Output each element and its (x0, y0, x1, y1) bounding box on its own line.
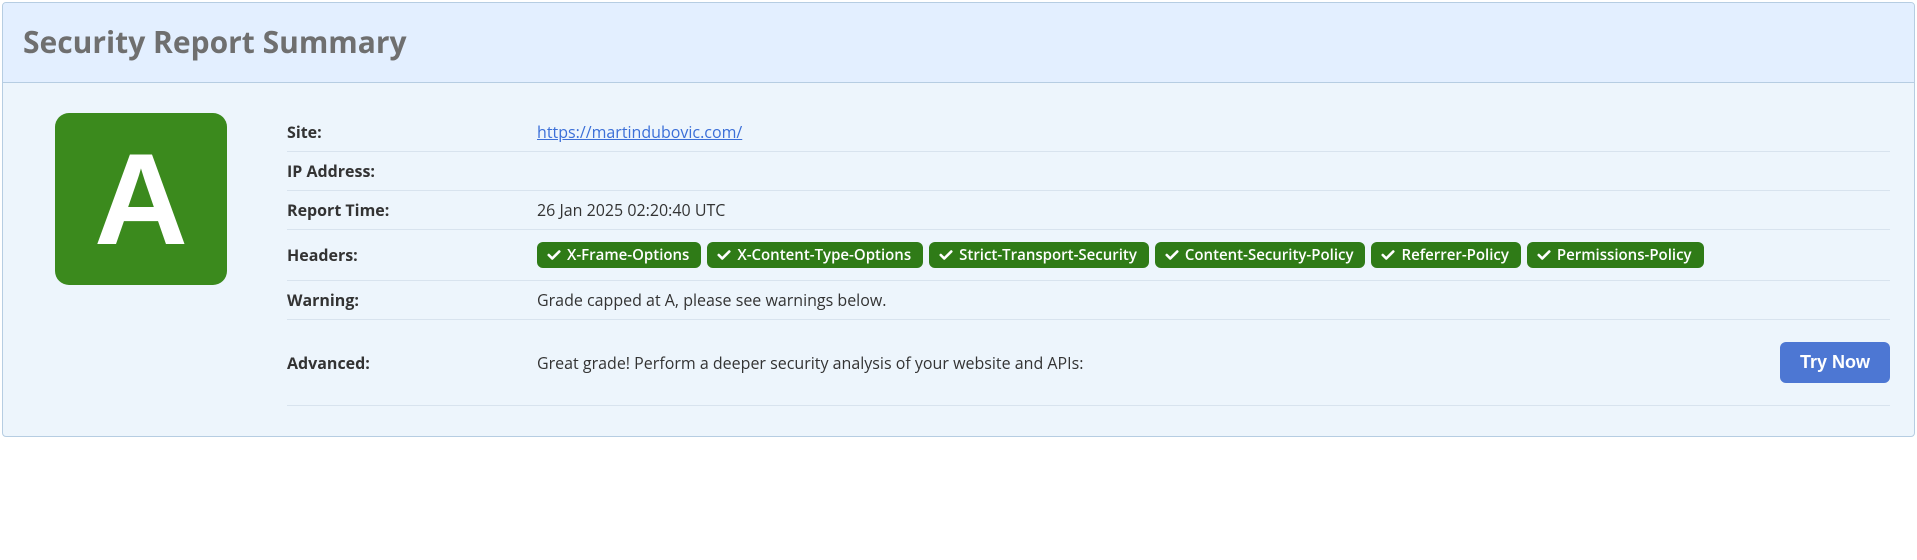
grade-letter: A (94, 134, 188, 264)
site-link[interactable]: https://martindubovic.com/ (537, 121, 742, 143)
check-icon (1537, 249, 1551, 261)
value-ip (537, 152, 1890, 191)
check-icon (717, 249, 731, 261)
check-icon (1165, 249, 1179, 261)
value-report-time: 26 Jan 2025 02:20:40 UTC (537, 191, 1890, 230)
header-pill-list: X-Frame-Options X-Content-Type-Options S… (537, 238, 1890, 272)
summary-table: Site: https://martindubovic.com/ IP Addr… (287, 113, 1890, 406)
panel-header: Security Report Summary (3, 3, 1914, 83)
header-pill-label: Content-Security-Policy (1185, 245, 1354, 265)
panel-body: A Site: https://martindubovic.com/ IP Ad… (3, 83, 1914, 436)
header-pill: Strict-Transport-Security (929, 242, 1149, 268)
row-report-time: Report Time: 26 Jan 2025 02:20:40 UTC (287, 191, 1890, 230)
row-warning: Warning: Grade capped at A, please see w… (287, 281, 1890, 320)
check-icon (1381, 249, 1395, 261)
header-pill: Permissions-Policy (1527, 242, 1704, 268)
row-headers: Headers: X-Frame-Options X-Content-Type-… (287, 230, 1890, 281)
header-pill-label: X-Content-Type-Options (737, 245, 911, 265)
panel-title: Security Report Summary (23, 21, 1894, 62)
header-pill-label: Strict-Transport-Security (959, 245, 1137, 265)
header-pill: X-Content-Type-Options (707, 242, 923, 268)
label-ip: IP Address: (287, 152, 537, 191)
header-pill: Referrer-Policy (1371, 242, 1520, 268)
row-advanced: Advanced: Great grade! Perform a deeper … (287, 320, 1890, 406)
try-now-button[interactable]: Try Now (1780, 342, 1890, 383)
label-report-time: Report Time: (287, 191, 537, 230)
value-warning: Grade capped at A, please see warnings b… (537, 281, 1890, 320)
label-site: Site: (287, 113, 537, 152)
security-summary-panel: Security Report Summary A Site: https://… (2, 2, 1915, 437)
header-pill: Content-Security-Policy (1155, 242, 1366, 268)
label-headers: Headers: (287, 230, 537, 281)
label-warning: Warning: (287, 281, 537, 320)
row-site: Site: https://martindubovic.com/ (287, 113, 1890, 152)
row-ip: IP Address: (287, 152, 1890, 191)
check-icon (939, 249, 953, 261)
header-pill-label: X-Frame-Options (567, 245, 689, 265)
label-advanced: Advanced: (287, 320, 537, 406)
header-pill-label: Permissions-Policy (1557, 245, 1692, 265)
grade-badge: A (55, 113, 227, 285)
check-icon (547, 249, 561, 261)
header-pill-label: Referrer-Policy (1401, 245, 1508, 265)
advanced-text: Great grade! Perform a deeper security a… (537, 352, 1083, 374)
header-pill: X-Frame-Options (537, 242, 701, 268)
